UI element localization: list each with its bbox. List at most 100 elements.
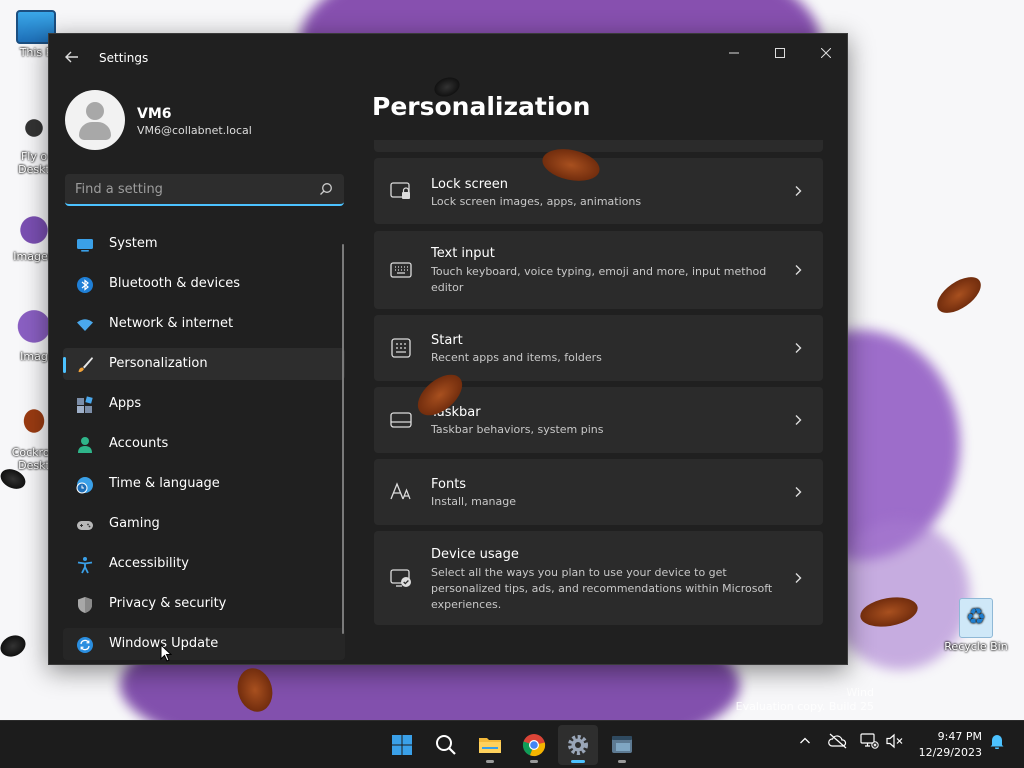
minimize-icon (729, 52, 739, 54)
card-description: Install, manage (431, 495, 517, 508)
avatar-head (86, 102, 104, 120)
title-bar[interactable]: Settings (49, 34, 847, 82)
sidebar-item-bluetooth[interactable]: Bluetooth & devices (63, 268, 345, 300)
start-icon (392, 735, 412, 755)
chevron-right-icon (795, 265, 802, 275)
taskbar-file-explorer-button[interactable] (470, 725, 510, 765)
wifi-icon (77, 319, 93, 331)
sidebar-item-network[interactable]: Network & internet (63, 308, 345, 340)
close-button[interactable] (803, 40, 847, 70)
taskbar-chrome-button[interactable] (514, 725, 554, 765)
sidebar-item-label: Accessibility (109, 556, 189, 571)
tray-volume-button[interactable] (884, 733, 906, 755)
arrow-left-icon (65, 51, 78, 63)
taskbar-icon (390, 412, 412, 428)
taskbar-terminal-button[interactable] (602, 725, 642, 765)
card-title: Device usage (431, 547, 519, 562)
maximize-icon (775, 48, 785, 58)
back-button[interactable] (59, 46, 85, 72)
sidebar-item-label: Gaming (109, 516, 160, 531)
system-icon (77, 239, 93, 252)
avatar (65, 90, 125, 150)
sidebar-nav: System Bluetooth & devices Network & int… (63, 228, 345, 664)
sidebar-item-accessibility[interactable]: Accessibility (63, 548, 345, 580)
card-fonts[interactable]: Fonts Install, manage (374, 459, 823, 525)
bluetooth-icon (77, 277, 93, 293)
watermark-line: Wind (846, 686, 874, 699)
taskbar-search-button[interactable] (426, 725, 466, 765)
sidebar-item-label: System (109, 236, 158, 251)
settings-window: Settings VM6 VM6@collabnet.local System (48, 33, 848, 665)
bell-icon (990, 735, 1004, 750)
card-title: Text input (431, 246, 495, 261)
accessibility-icon (77, 557, 93, 574)
desktop-icon-recycle-bin[interactable]: ♻ Recycle Bin (944, 598, 1008, 653)
sidebar-item-windows-update[interactable]: Windows Update (63, 628, 345, 660)
tray-overflow-button[interactable] (794, 733, 816, 755)
onedrive-offline-icon (828, 733, 847, 749)
app-title: Settings (99, 51, 149, 65)
search-input[interactable] (65, 174, 305, 204)
chevron-right-icon (795, 343, 802, 353)
terminal-icon (612, 736, 632, 753)
gamepad-icon (77, 521, 93, 530)
taskbar-settings-button[interactable] (558, 725, 598, 765)
card-start[interactable]: Start Recent apps and items, folders (374, 315, 823, 381)
volume-muted-icon (886, 733, 903, 749)
sidebar-item-personalization[interactable]: Personalization (63, 348, 345, 380)
tray-network-button[interactable] (858, 733, 880, 755)
card-text-input[interactable]: Text input Touch keyboard, voice typing,… (374, 231, 823, 309)
chevron-right-icon (795, 573, 802, 583)
minimize-button[interactable] (711, 40, 757, 70)
running-indicator (530, 760, 538, 763)
chevron-right-icon (795, 415, 802, 425)
accounts-icon (78, 437, 92, 453)
globe-clock-icon (76, 477, 93, 494)
card-description: Recent apps and items, folders (431, 351, 602, 364)
sidebar-item-apps[interactable]: Apps (63, 388, 345, 420)
keyboard-icon (390, 262, 412, 278)
search-box[interactable] (65, 174, 344, 206)
sidebar-item-label: Privacy & security (109, 596, 227, 611)
card-device-usage[interactable]: Device usage Select all the ways you pla… (374, 531, 823, 625)
tray-onedrive-button[interactable] (827, 733, 849, 755)
sidebar-item-system[interactable]: System (63, 228, 345, 260)
card-partial (374, 140, 823, 152)
file-explorer-icon (479, 738, 501, 753)
card-description: Touch keyboard, voice typing, emoji and … (431, 265, 767, 294)
recycle-bin-icon: ♻ (959, 598, 993, 638)
close-icon (820, 47, 832, 59)
sidebar-item-gaming[interactable]: Gaming (63, 508, 345, 540)
sidebar-scrollbar[interactable] (342, 244, 344, 634)
sidebar-item-accounts[interactable]: Accounts (63, 428, 345, 460)
taskbar-clock[interactable]: 9:47 PM 12/29/2023 (912, 729, 982, 761)
shield-icon (78, 597, 92, 613)
sidebar-item-label: Personalization (109, 356, 208, 371)
card-description: Select all the ways you plan to use your… (431, 566, 773, 611)
device-usage-icon (390, 569, 411, 587)
desktop-icon-label: Imag (20, 350, 48, 363)
user-profile[interactable]: VM6 VM6@collabnet.local (65, 90, 355, 154)
watermark-line: Evaluation copy. Build 25 (735, 700, 874, 713)
sidebar-item-label: Bluetooth & devices (109, 276, 240, 291)
user-email: VM6@collabnet.local (137, 124, 252, 137)
card-description: Lock screen images, apps, animations (431, 195, 642, 208)
user-name: VM6 (137, 106, 172, 122)
start-menu-icon (391, 338, 411, 358)
search-icon[interactable] (319, 182, 333, 196)
evaluation-watermark: Wind Evaluation copy. Build 25 (736, 686, 874, 714)
maximize-button[interactable] (757, 40, 803, 70)
sidebar-item-label: Apps (109, 396, 142, 411)
chevron-right-icon (795, 186, 802, 196)
sidebar-item-label: Accounts (109, 436, 169, 451)
tray-notifications-button[interactable] (986, 733, 1008, 755)
network-disconnected-icon (860, 733, 879, 749)
taskbar: 9:47 PM 12/29/2023 (0, 720, 1024, 768)
sidebar-item-time-language[interactable]: Time & language (63, 468, 345, 500)
taskbar-start-button[interactable] (382, 725, 422, 765)
sidebar-item-privacy[interactable]: Privacy & security (63, 588, 345, 620)
chevron-up-icon (800, 737, 810, 744)
chevron-right-icon (795, 487, 802, 497)
card-title: Lock screen (431, 177, 508, 192)
brush-icon (78, 357, 93, 373)
